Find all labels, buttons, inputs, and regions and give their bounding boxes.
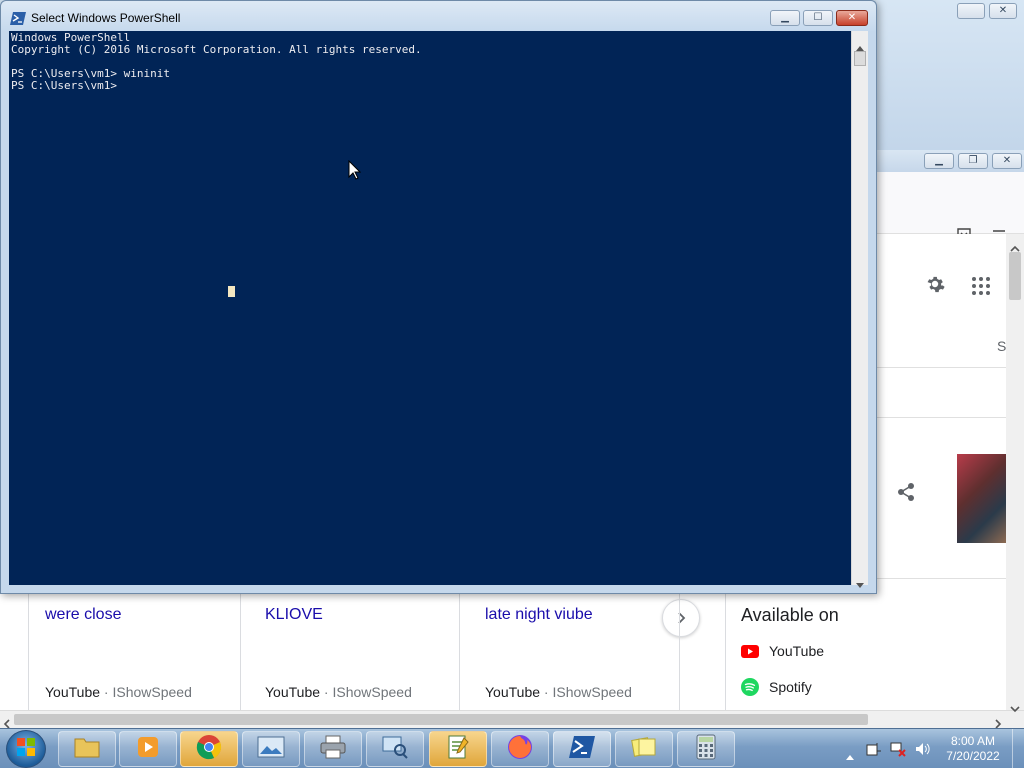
share-icon[interactable] [896,482,916,506]
card-title[interactable]: KLIOVE [265,606,323,624]
browser-restore-button[interactable]: ❐ [958,153,988,169]
clock-time: 8:00 AM [950,734,996,748]
background-minimize-button[interactable] [957,3,985,19]
youtube-icon [741,642,759,660]
chrome-icon [196,734,222,764]
divider [876,417,1006,418]
taskbar-printer-button[interactable] [304,731,362,767]
browser-titlebar: ▁ ❐ ✕ [876,150,1024,172]
taskbar-explorer-button[interactable] [58,731,116,767]
video-card[interactable]: late night viube YouTube · IShowSpeed [469,594,681,714]
scroll-down-icon[interactable] [856,574,864,593]
carousel-next-button[interactable] [662,599,700,637]
console-line: Copyright (C) 2016 Microsoft Corporation… [11,43,422,56]
chevron-right-icon [675,609,687,628]
taskbar-notepad-button[interactable] [429,731,487,767]
firefox-icon [507,734,533,764]
close-button[interactable]: ✕ [836,10,868,26]
console-scroll-thumb[interactable] [854,51,866,66]
taskbar-chrome-button[interactable] [180,731,238,767]
show-desktop-button[interactable] [1012,729,1024,768]
taskbar-sticky-notes-button[interactable] [615,731,673,767]
horizontal-scrollbar[interactable] [0,710,1024,729]
background-close-button[interactable]: ✕ [989,3,1017,19]
volume-icon[interactable] [914,741,930,761]
card-divider [679,594,680,714]
powershell-titlebar[interactable]: Select Windows PowerShell ▁ ☐ ✕ [1,1,876,31]
divider [876,578,1006,579]
card-title[interactable]: late night viube [485,606,593,624]
notepad-plus-icon [446,734,470,764]
window-title: Select Windows PowerShell [31,11,181,25]
card-title[interactable]: were close [45,606,121,624]
card-divider [240,594,241,714]
partial-label: S [997,338,1007,354]
scroll-down-icon[interactable] [1010,698,1020,717]
apps-grid-icon[interactable] [972,277,990,299]
available-spotify-link[interactable]: Spotify [741,678,812,696]
taskbar: 8:00 AM 7/20/2022 [0,728,1024,768]
start-button[interactable] [6,730,46,768]
background-window: ✕ [876,0,1024,150]
taskbar-photos-button[interactable] [242,731,300,767]
settings-gear-icon[interactable] [924,273,946,299]
divider [876,367,1006,368]
available-item-label: Spotify [769,679,812,695]
taskbar-media-button[interactable] [119,731,177,767]
folder-icon [74,736,100,762]
available-on-heading: Available on [741,605,839,625]
available-youtube-link[interactable]: YouTube [741,642,824,660]
browser-minimize-button[interactable]: ▁ [924,153,954,169]
card-divider [459,594,460,714]
system-clock[interactable]: 8:00 AM 7/20/2022 [940,734,1006,764]
printer-icon [319,735,347,763]
calculator-icon [696,734,716,764]
console-line: PS C:\Users\vm1> wininit [11,67,170,80]
video-thumbnail[interactable] [957,454,1006,543]
available-item-label: YouTube [769,643,825,659]
card-source: YouTube · IShowSpeed [485,684,632,700]
windows-logo-icon [17,738,35,760]
video-card[interactable]: KLIOVE YouTube · IShowSpeed [249,594,461,714]
powershell-window[interactable]: Select Windows PowerShell ▁ ☐ ✕ Windows … [0,0,877,594]
powershell-icon [10,10,26,29]
maximize-button[interactable]: ☐ [803,10,833,26]
console-output[interactable]: Windows PowerShell Copyright (C) 2016 Mic… [9,31,851,585]
card-source: YouTube · IShowSpeed [265,684,412,700]
video-card[interactable]: were close YouTube · IShowSpeed [29,594,241,714]
network-status-icon[interactable] [890,741,906,761]
taskbar-powershell-button[interactable] [553,731,611,767]
photo-viewer-icon [257,736,285,762]
text-cursor [228,286,235,297]
clock-date: 7/20/2022 [946,749,1000,763]
minimize-button[interactable]: ▁ [770,10,800,26]
browser-close-button[interactable]: ✕ [992,153,1022,169]
mouse-pointer-icon [348,159,362,184]
taskbar-network-button[interactable] [366,731,424,767]
card-source: YouTube · IShowSpeed [45,684,192,700]
show-hidden-icons-icon[interactable] [846,745,854,764]
taskbar-calculator-button[interactable] [677,731,735,767]
sticky-notes-icon [631,735,657,763]
spotify-icon [741,678,759,696]
vertical-scrollbar[interactable] [1006,234,1024,713]
media-player-icon [136,735,160,763]
card-divider [725,594,726,714]
action-center-icon[interactable] [866,741,882,761]
powershell-icon [569,736,595,762]
browser-toolbar [876,172,1024,241]
vertical-scroll-thumb[interactable] [1009,252,1021,300]
console-scrollbar[interactable] [851,31,868,588]
taskbar-firefox-button[interactable] [491,731,549,767]
console-line: PS C:\Users\vm1> [11,79,117,92]
network-search-icon [381,735,409,763]
horizontal-scroll-thumb[interactable] [14,714,868,725]
